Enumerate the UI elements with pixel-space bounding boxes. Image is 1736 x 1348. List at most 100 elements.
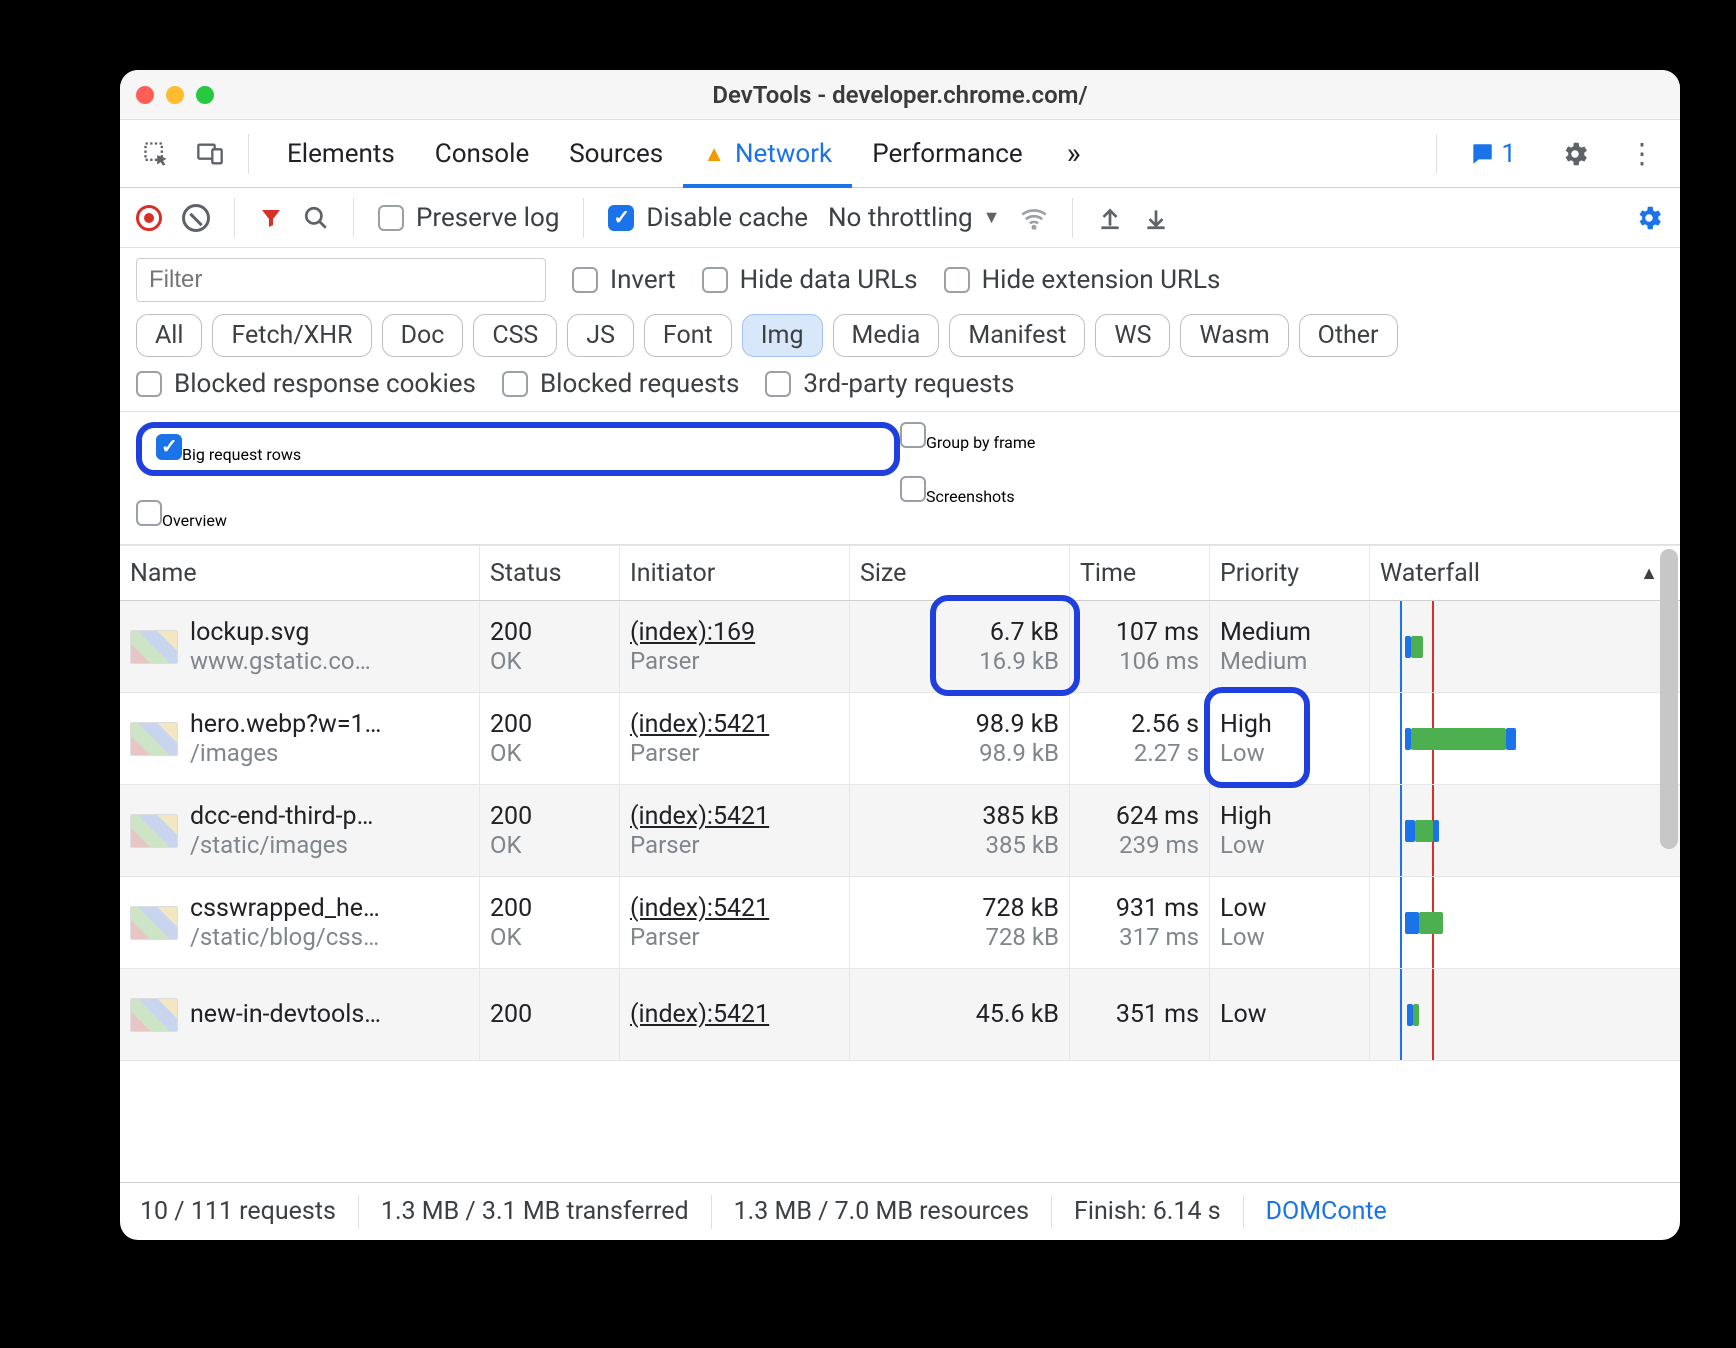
tab-label: Console [435,139,529,169]
waterfall-dcl-line [1400,785,1402,876]
issues-count: 1 [1501,139,1516,169]
import-har-icon[interactable] [1097,205,1123,231]
group-by-frame-checkbox[interactable]: Group by frame [900,422,1664,452]
main-tabs: Elements Console Sources▲NetworkPerformanc… [120,120,1680,188]
network-settings-icon[interactable] [1634,203,1664,233]
preserve-log-checkbox[interactable]: Preserve log [378,203,559,233]
table-row[interactable]: hero.webp?w=1…/images200OK(index):5421Pa… [120,693,1680,785]
checkbox-icon [136,371,162,397]
col-status[interactable]: Status [480,546,620,600]
close-icon[interactable] [136,86,154,104]
type-pill-doc[interactable]: Doc [382,314,464,357]
resource-thumbnail [130,998,178,1032]
big-rows-highlight: Big request rows [136,422,900,476]
tab-sources[interactable]: Sources [549,120,683,187]
row-initiator[interactable]: (index):5421 [630,894,839,923]
type-pill-font[interactable]: Font [644,314,732,357]
network-conditions-icon[interactable] [1020,204,1048,232]
type-pill-css[interactable]: CSS [473,314,557,357]
big-request-rows-checkbox[interactable]: Big request rows [156,434,301,464]
throttling-value: No throttling [828,203,973,233]
col-time[interactable]: Time [1070,546,1210,600]
filter-toggle-icon[interactable] [259,206,283,230]
type-pill-other[interactable]: Other [1299,314,1398,357]
settings-icon[interactable] [1544,139,1606,169]
waterfall-bar [1433,820,1439,842]
waterfall-bar [1405,820,1415,842]
type-pill-ws[interactable]: WS [1095,314,1170,357]
table-row[interactable]: csswrapped_he…/static/blog/css…200OK(ind… [120,877,1680,969]
row-status: 200 [490,1000,609,1029]
resource-thumbnail [130,630,178,664]
table-header: Name Status Initiator Size Time Priority… [120,545,1680,601]
search-icon[interactable] [303,205,329,231]
minimize-icon[interactable] [166,86,184,104]
col-name[interactable]: Name [120,546,480,600]
clear-icon[interactable] [182,204,210,232]
row-size: 45.6 kB [976,1000,1059,1029]
row-time: 624 ms [1116,802,1199,831]
invert-checkbox[interactable]: Invert [572,265,676,295]
inspect-element-icon[interactable] [136,134,176,174]
window-controls [136,86,214,104]
third-party-checkbox[interactable]: 3rd-party requests [765,369,1014,399]
row-waterfall [1370,785,1680,876]
type-pill-js[interactable]: JS [567,314,634,357]
row-initiator[interactable]: (index):5421 [630,1000,839,1029]
col-initiator[interactable]: Initiator [620,546,850,600]
col-size[interactable]: Size [850,546,1070,600]
col-waterfall[interactable]: Waterfall▲ [1370,546,1680,600]
waterfall-bar [1506,728,1516,750]
table-row[interactable]: lockup.svgwww.gstatic.co…200OK(index):16… [120,601,1680,693]
row-priority-initial: Low [1220,739,1359,767]
screenshots-checkbox[interactable]: Screenshots [900,476,1664,506]
zoom-icon[interactable] [196,86,214,104]
tab-console[interactable]: Console [415,120,549,187]
col-waterfall-label: Waterfall [1380,559,1480,588]
disable-cache-checkbox[interactable]: Disable cache [608,203,808,233]
scrollbar-thumb[interactable] [1660,549,1678,849]
throttling-select[interactable]: No throttling ▼ [828,203,1000,233]
tab-elements[interactable]: Elements [267,120,415,187]
kebab-menu-icon[interactable]: ⋮ [1620,137,1664,170]
export-har-icon[interactable] [1143,205,1169,231]
row-latency: 106 ms [1119,647,1199,675]
table-row[interactable]: dcc-end-third-p…/static/images200OK(inde… [120,785,1680,877]
status-bar: 10 / 111 requests 1.3 MB / 3.1 MB transf… [120,1182,1680,1240]
type-pill-img[interactable]: Img [742,314,823,357]
issues-button[interactable]: 1 [1455,139,1530,169]
blocked-cookies-checkbox[interactable]: Blocked response cookies [136,369,476,399]
table-body: lockup.svgwww.gstatic.co…200OK(index):16… [120,601,1680,1061]
row-waterfall [1370,969,1680,1060]
hide-data-urls-checkbox[interactable]: Hide data URLs [702,265,918,295]
tab-network[interactable]: ▲Network [683,120,852,187]
filter-input[interactable] [136,258,546,302]
type-pill-wasm[interactable]: Wasm [1180,314,1288,357]
row-initiator[interactable]: (index):5421 [630,802,839,831]
preserve-log-label: Preserve log [416,203,559,233]
more-tabs-icon[interactable]: » [1057,136,1091,171]
footer-transferred: 1.3 MB / 3.1 MB transferred [381,1197,689,1226]
type-pill-manifest[interactable]: Manifest [949,314,1085,357]
type-pill-all[interactable]: All [136,314,202,357]
blocked-requests-checkbox[interactable]: Blocked requests [502,369,739,399]
device-toolbar-icon[interactable] [190,134,230,174]
row-initiator[interactable]: (index):169 [630,618,839,647]
row-size: 728 kB [982,894,1059,923]
overview-checkbox[interactable]: Overview [136,500,900,530]
row-status: 200 [490,802,609,831]
checkbox-icon [765,371,791,397]
blocked-cookies-label: Blocked response cookies [174,369,476,399]
col-priority[interactable]: Priority [1210,546,1370,600]
row-path: /static/blog/css… [190,923,380,951]
tab-performance[interactable]: Performance [852,120,1042,187]
type-pill-media[interactable]: Media [833,314,940,357]
window-titlebar: DevTools - developer.chrome.com/ [120,70,1680,120]
type-pill-fetchxhr[interactable]: Fetch/XHR [212,314,371,357]
checkbox-icon [608,205,634,231]
table-row[interactable]: new-in-devtools…200(index):542145.6 kB35… [120,969,1680,1061]
hide-ext-urls-checkbox[interactable]: Hide extension URLs [944,265,1221,295]
record-icon[interactable] [136,205,162,231]
row-initiator[interactable]: (index):5421 [630,710,839,739]
row-name: new-in-devtools… [190,1000,381,1029]
